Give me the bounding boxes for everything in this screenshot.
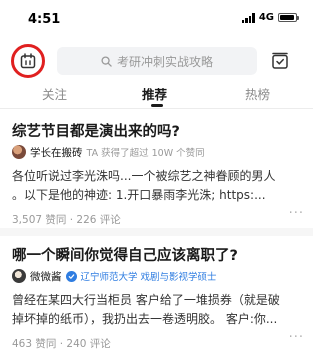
search-input[interactable]: 考研冲刺实战攻略 — [57, 47, 257, 75]
tab-bar: 关注 推荐 热榜 — [0, 84, 313, 108]
search-icon — [101, 55, 112, 67]
status-time: 4:51 — [28, 12, 61, 27]
answer-stats: 463 赞同 · 240 评论 — [12, 338, 111, 350]
battery-fill — [280, 15, 294, 20]
author-verification: 辽宁师范大学 戏剧与影视学硕士 — [80, 272, 217, 283]
card-footer: 463 赞同 · 240 评论 ··· — [12, 330, 304, 350]
avatar[interactable] — [12, 269, 26, 283]
active-tab-indicator — [151, 104, 163, 107]
search-placeholder: 考研冲刺实战攻略 — [116, 54, 213, 69]
calendar-icon — [20, 53, 36, 69]
signal-icon — [241, 12, 255, 23]
card-separator — [0, 228, 313, 236]
card-footer: 3,507 赞同 · 226 评论 ··· — [12, 206, 304, 226]
author-row[interactable]: 微微酱 辽宁师范大学 戏剧与影视学硕士 — [12, 268, 217, 284]
author-name[interactable]: 微微酱 — [30, 269, 62, 284]
excerpt-line: 各位听说过李光洙吗...一个被综艺之神眷顾的男人 — [12, 169, 276, 183]
excerpt-line: 。以下是他的神迹: 1.开口暴雨李光洙; https:... — [12, 188, 266, 202]
excerpt-line: 曾经在某四大行当柜员 客户给了一堆损券（就是破 — [12, 293, 280, 307]
answer-excerpt[interactable]: 各位听说过李光洙吗...一个被综艺之神眷顾的男人 。以下是他的神迹: 1.开口暴… — [12, 167, 304, 205]
network-label: 4G — [258, 12, 274, 23]
tab-recommend[interactable]: 推荐 — [142, 84, 167, 103]
avatar[interactable] — [12, 145, 26, 159]
question-title[interactable]: 哪一个瞬间你觉得自己应该离职了? — [12, 244, 304, 265]
answer-stats: 3,507 赞同 · 226 评论 — [12, 214, 121, 226]
author-meta: TA 获得了超过 10W 个赞同 — [86, 148, 205, 159]
author-name[interactable]: 学长在搬砖 — [30, 145, 83, 160]
excerpt-line: 掉坏掉的纸币），我扔出去一卷透明胶。 客户:你... — [12, 312, 278, 326]
answer-excerpt[interactable]: 曾经在某四大行当柜员 客户给了一堆损券（就是破 掉坏掉的纸币），我扔出去一卷透明… — [12, 291, 304, 329]
status-bar: 4:51 4G — [0, 0, 313, 36]
battery-icon — [278, 13, 299, 22]
author-row[interactable]: 学长在搬砖 TA 获得了超过 10W 个赞同 — [12, 144, 205, 160]
calendar-button[interactable] — [11, 44, 45, 78]
tab-follow[interactable]: 关注 — [42, 84, 67, 103]
tab-hot[interactable]: 热榜 — [245, 84, 270, 103]
more-icon[interactable]: ··· — [289, 206, 304, 221]
top-bar: 考研冲刺实战攻略 — [0, 44, 313, 80]
question-title[interactable]: 综艺节目都是演出来的吗? — [12, 120, 304, 141]
verified-icon — [65, 270, 77, 282]
tab-divider — [0, 108, 313, 109]
edit-icon[interactable] — [271, 52, 289, 70]
status-indicators: 4G — [241, 12, 299, 23]
more-icon[interactable]: ··· — [289, 330, 304, 345]
